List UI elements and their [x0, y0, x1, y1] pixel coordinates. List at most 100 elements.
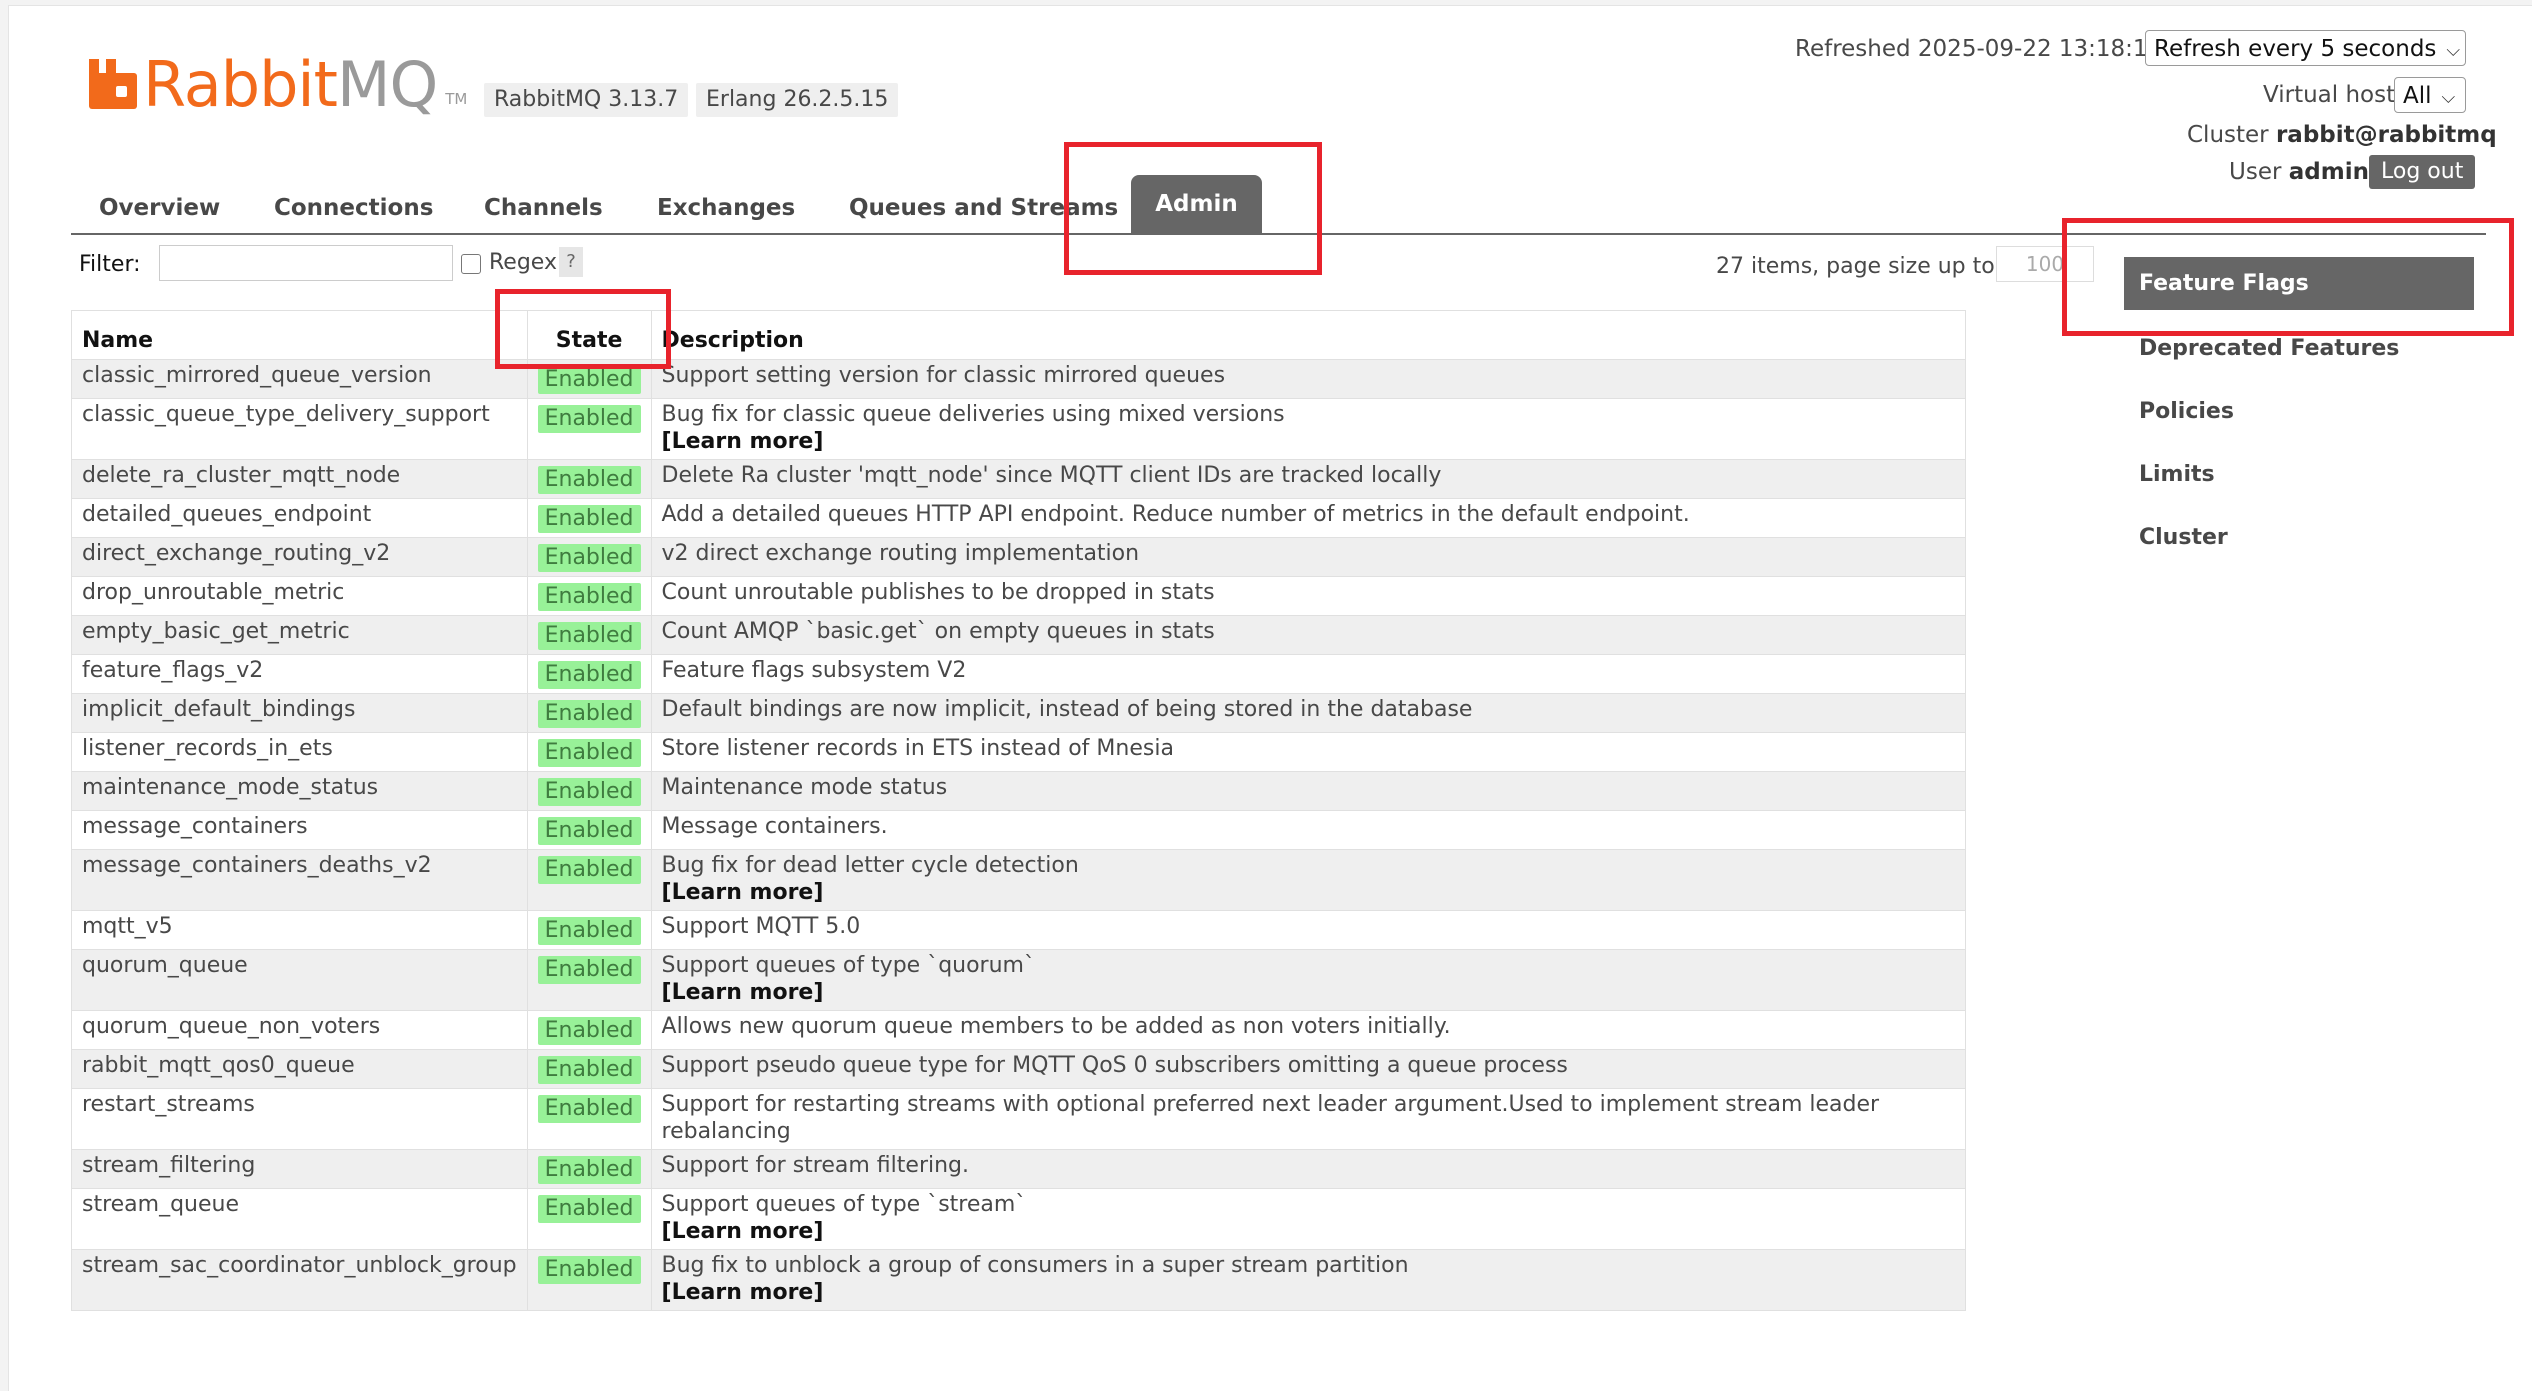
tab-connections[interactable]: Connections	[274, 180, 433, 236]
feature-flags-table: Name State Description classic_mirrored_…	[71, 310, 1967, 1311]
feature-flag-state-cell: Enabled	[526, 1049, 652, 1089]
feature-flag-description-cell: v2 direct exchange routing implementatio…	[650, 537, 1967, 577]
feature-flag-name: message_containers_deaths_v2	[71, 849, 528, 911]
feature-flags-table-body: classic_mirrored_queue_version Enabled Sup…	[71, 359, 1967, 1311]
sidebar-item-policies[interactable]: Policies	[2139, 399, 2234, 424]
learn-more-link[interactable]: [Learn more]	[662, 1218, 1955, 1245]
sidebar-item-deprecated-features[interactable]: Deprecated Features	[2139, 336, 2399, 361]
feature-flag-name: restart_streams	[71, 1088, 528, 1150]
state-badge: Enabled	[537, 1056, 641, 1084]
rabbitmq-version-badge: RabbitMQ 3.13.7	[484, 83, 689, 117]
cluster-name: rabbit@rabbitmq	[2275, 122, 2497, 148]
feature-flag-description-cell: Support queues of type `stream` [Learn mo…	[650, 1188, 1967, 1250]
state-badge: Enabled	[537, 1017, 641, 1045]
tab-exchanges[interactable]: Exchanges	[657, 180, 795, 236]
cluster-info: Cluster rabbit@rabbitmq	[2187, 122, 2497, 148]
table-row: quorum_queue Enabled Support queues of typ…	[71, 949, 1967, 1011]
user-label: User	[2229, 159, 2282, 185]
feature-flag-description: v2 direct exchange routing implementatio…	[661, 541, 1140, 566]
feature-flag-description: Support MQTT 5.0	[661, 914, 861, 939]
feature-flag-state-cell: Enabled	[526, 1188, 652, 1250]
feature-flag-name: detailed_queues_endpoint	[71, 498, 528, 538]
filter-label: Filter:	[79, 252, 141, 277]
feature-flag-description-cell: Count unroutable publishes to be dropped…	[650, 576, 1967, 616]
learn-more-link[interactable]: [Learn more]	[662, 428, 1955, 455]
table-row: classic_mirrored_queue_version Enabled Sup…	[71, 359, 1967, 399]
feature-flag-description-cell: Count AMQP `basic.get` on empty queues i…	[650, 615, 1967, 655]
column-header-name[interactable]: Name	[71, 310, 528, 360]
feature-flag-description-cell: Bug fix for classic queue deliveries usi…	[650, 398, 1967, 460]
feature-flag-description-cell: Support for restarting streams with opti…	[650, 1088, 1967, 1150]
feature-flag-state-cell: Enabled	[526, 771, 652, 811]
feature-flag-description-cell: Allows new quorum queue members to be ad…	[650, 1010, 1967, 1050]
state-badge: Enabled	[537, 1156, 641, 1184]
table-row: rabbit_mqtt_qos0_queue Enabled Support pse…	[71, 1049, 1967, 1089]
regex-checkbox[interactable]	[461, 254, 481, 274]
feature-flag-state-cell: Enabled	[526, 849, 652, 911]
virtual-host-label: Virtual host	[2263, 82, 2396, 108]
learn-more-link[interactable]: [Learn more]	[662, 1279, 1955, 1306]
rabbitmq-logo[interactable]: Rabbit MQ TM	[89, 46, 467, 116]
table-row: direct_exchange_routing_v2 Enabled v2 dire…	[71, 537, 1967, 577]
logo-text-rabbit: Rabbit	[143, 48, 338, 121]
sidebar-item-cluster[interactable]: Cluster	[2139, 525, 2228, 550]
feature-flag-description: Delete Ra cluster 'mqtt_node' since MQTT…	[661, 463, 1442, 488]
table-row: delete_ra_cluster_mqtt_node Enabled Delete…	[71, 459, 1967, 499]
state-badge: Enabled	[537, 1256, 641, 1284]
state-badge: Enabled	[537, 917, 641, 945]
table-row: empty_basic_get_metric Enabled Count AMQP …	[71, 615, 1967, 655]
table-row: stream_queue Enabled Support queues of typ…	[71, 1188, 1967, 1250]
annotation-box-state-column	[495, 289, 671, 369]
table-row: listener_records_in_ets Enabled Store list…	[71, 732, 1967, 772]
feature-flag-state-cell: Enabled	[526, 910, 652, 950]
state-badge: Enabled	[537, 544, 641, 572]
tab-overview[interactable]: Overview	[99, 180, 220, 236]
learn-more-link[interactable]: [Learn more]	[662, 879, 1955, 906]
table-row: message_containers Enabled Message contain…	[71, 810, 1967, 850]
refresh-interval-select[interactable]: Refresh every 5 seconds ⌵	[2145, 30, 2466, 66]
feature-flag-name: drop_unroutable_metric	[71, 576, 528, 616]
state-badge: Enabled	[537, 366, 641, 394]
feature-flag-description: Maintenance mode status	[661, 775, 948, 800]
feature-flag-description: Support queues of type `quorum`	[661, 953, 1035, 978]
refreshed-timestamp: Refreshed 2025-09-22 13:18:18	[1795, 36, 2163, 62]
feature-flag-state-cell: Enabled	[526, 1149, 652, 1189]
filter-input[interactable]	[159, 245, 453, 281]
erlang-version-badge: Erlang 26.2.5.15	[696, 83, 899, 117]
regex-help-icon[interactable]: ?	[559, 247, 583, 277]
state-badge: Enabled	[537, 505, 641, 533]
feature-flag-name: delete_ra_cluster_mqtt_node	[71, 459, 528, 499]
feature-flag-state-cell: Enabled	[526, 398, 652, 460]
table-row: feature_flags_v2 Enabled Feature flags sub…	[71, 654, 1967, 694]
feature-flag-description: Count AMQP `basic.get` on empty queues i…	[661, 619, 1215, 644]
feature-flag-state-cell: Enabled	[526, 1010, 652, 1050]
feature-flag-description: Default bindings are now implicit, inste…	[661, 697, 1473, 722]
feature-flag-state-cell: Enabled	[526, 732, 652, 772]
feature-flag-name: message_containers	[71, 810, 528, 850]
feature-flag-name: rabbit_mqtt_qos0_queue	[71, 1049, 528, 1089]
virtual-host-select[interactable]: All ⌵	[2394, 77, 2466, 113]
sidebar-item-limits[interactable]: Limits	[2139, 462, 2215, 487]
learn-more-link[interactable]: [Learn more]	[662, 979, 1955, 1006]
state-badge: Enabled	[537, 622, 641, 650]
annotation-box-feature-flags	[2062, 218, 2514, 336]
tab-channels[interactable]: Channels	[484, 180, 603, 236]
feature-flag-state-cell: Enabled	[526, 693, 652, 733]
table-row: message_containers_deaths_v2 Enabled Bug f…	[71, 849, 1967, 911]
feature-flag-state-cell: Enabled	[526, 949, 652, 1011]
table-row: detailed_queues_endpoint Enabled Add a det…	[71, 498, 1967, 538]
logout-button[interactable]: Log out	[2369, 155, 2476, 189]
feature-flag-state-cell: Enabled	[526, 498, 652, 538]
state-badge: Enabled	[537, 405, 641, 433]
feature-flag-description-cell: Bug fix for dead letter cycle detection[…	[650, 849, 1967, 911]
chevron-down-icon: ⌵	[2446, 40, 2461, 61]
feature-flag-state-cell: Enabled	[526, 537, 652, 577]
state-badge: Enabled	[537, 856, 641, 884]
feature-flag-name: feature_flags_v2	[71, 654, 528, 694]
virtual-host-value: All	[2403, 83, 2432, 109]
feature-flag-name: quorum_queue	[71, 949, 528, 1011]
feature-flag-name: direct_exchange_routing_v2	[71, 537, 528, 577]
feature-flag-name: stream_filtering	[71, 1149, 528, 1189]
feature-flag-description-cell: Store listener records in ETS instead of…	[650, 732, 1967, 772]
feature-flag-name: quorum_queue_non_voters	[71, 1010, 528, 1050]
